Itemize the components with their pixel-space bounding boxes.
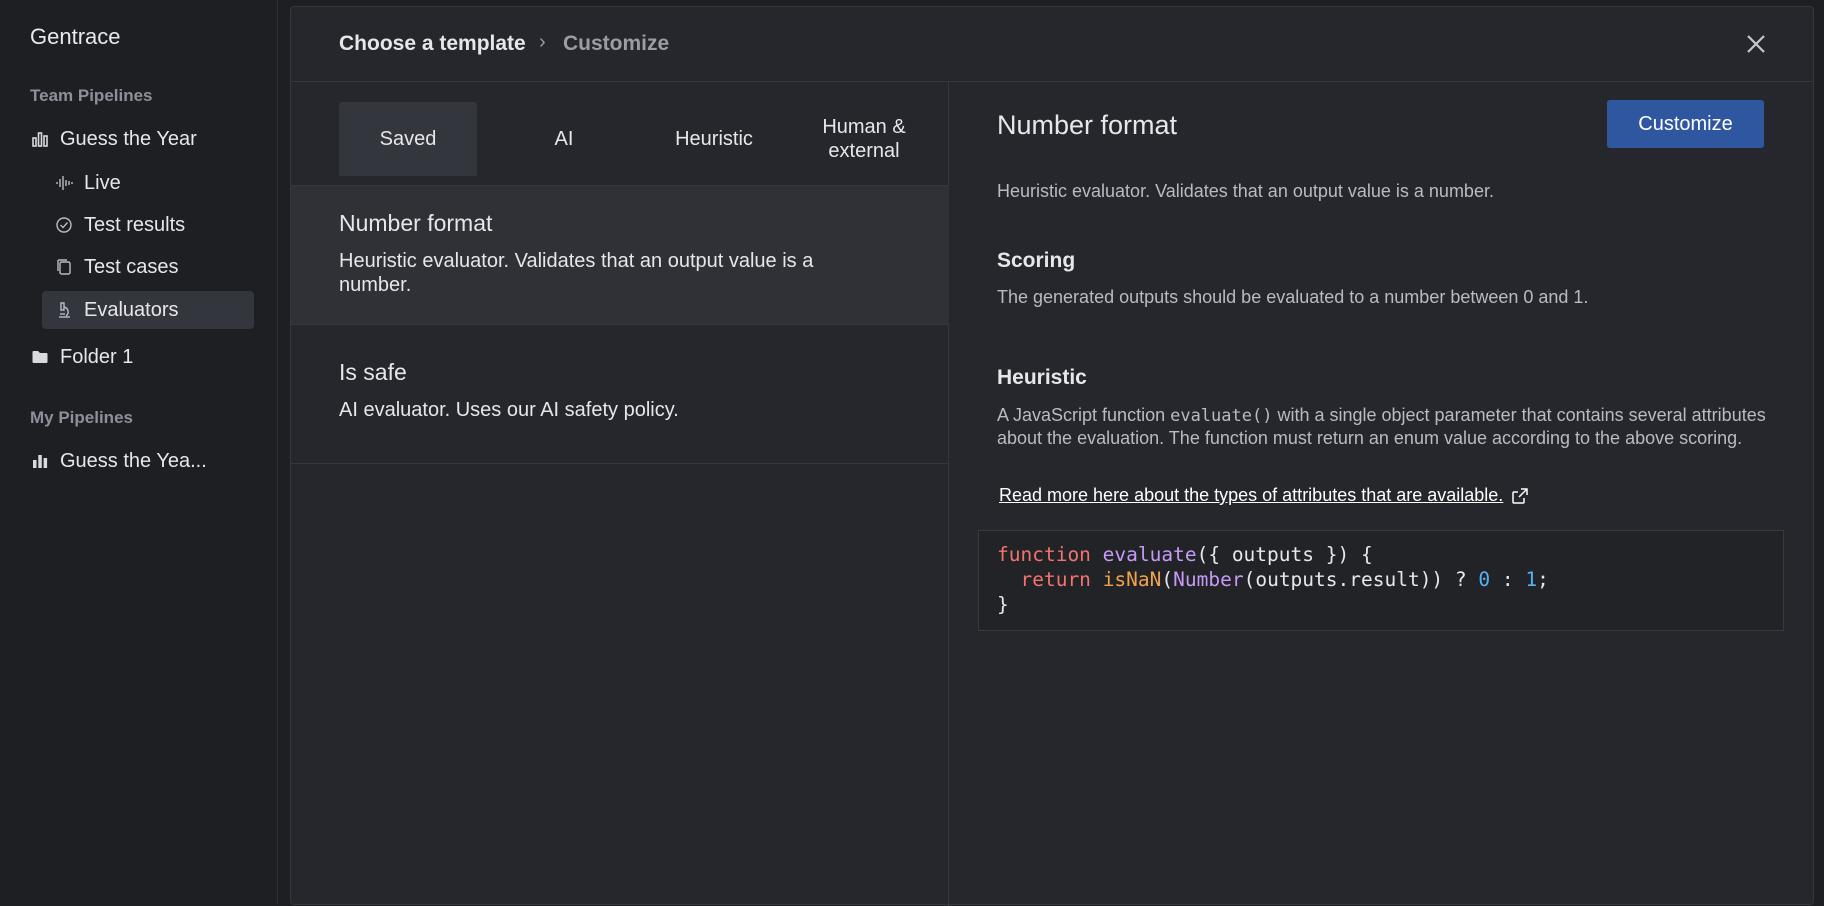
modal-header: Choose a template › Customize (291, 7, 1813, 82)
list-item[interactable]: Is safe AI evaluator. Uses our AI safety… (291, 325, 949, 464)
detail-title: Number format (997, 110, 1178, 140)
heuristic-heading: Heuristic (997, 366, 1087, 389)
team-pipelines-heading: Team Pipelines (30, 86, 153, 105)
customize-button[interactable]: Customize (1607, 100, 1764, 148)
list-item[interactable]: Number format Heuristic evaluator. Valid… (291, 186, 949, 325)
breadcrumb-choose-template[interactable]: Choose a template (339, 32, 526, 56)
brand-name[interactable]: Gentrace (30, 24, 121, 50)
sidebar-item-label: Test cases (84, 255, 179, 278)
tab-human-external[interactable]: Human & external (789, 102, 939, 176)
chevron-right-icon: › (539, 31, 546, 53)
sidebar-item-label: Test results (84, 213, 186, 236)
code-number: 0 (1478, 568, 1491, 591)
breadcrumb-customize: Customize (563, 32, 670, 55)
sidebar-item-label: Guess the Yea... (60, 449, 207, 472)
bar-chart-icon (30, 451, 50, 471)
sidebar-item-label: Folder 1 (60, 345, 134, 368)
heuristic-text-before: A JavaScript function (997, 405, 1171, 425)
link-text: Read more here about the types of attrib… (999, 485, 1504, 505)
waveform-icon (54, 173, 74, 193)
code-text: ( (1161, 568, 1174, 591)
template-title: Is safe (339, 359, 407, 385)
copy-icon (54, 257, 74, 277)
heuristic-inline-code: evaluate() (1170, 406, 1273, 426)
code-function: evaluate (1102, 543, 1197, 566)
check-circle-icon (54, 215, 74, 235)
tab-ai[interactable]: AI (489, 102, 639, 176)
template-detail-pane: Number format Customize Heuristic evalua… (949, 82, 1815, 906)
template-list-pane: Saved AI Heuristic Human & external Numb… (291, 82, 949, 906)
code-text: ; (1537, 568, 1549, 591)
code-block[interactable]: function evaluate({ outputs }) { return … (978, 530, 1784, 631)
template-modal: Choose a template › Customize Saved AI H… (290, 6, 1815, 906)
code-text: : (1490, 568, 1526, 591)
sidebar-item-evaluators[interactable]: Evaluators (42, 291, 254, 329)
template-title: Number format (339, 210, 493, 236)
heuristic-text: A JavaScript function evaluate() with a … (997, 404, 1777, 449)
scoring-text: The generated outputs should be evaluate… (997, 287, 1589, 307)
microscope-icon (54, 300, 74, 320)
template-description: Heuristic evaluator. Validates that an o… (339, 250, 814, 296)
external-link-icon (1512, 487, 1529, 504)
code-keyword: function (997, 543, 1091, 566)
sidebar-item-my-guess-the-year[interactable]: Guess the Yea... (30, 442, 207, 480)
scoring-heading: Scoring (997, 249, 1076, 272)
sidebar: Gentrace Team Pipelines Guess the Year L… (0, 0, 278, 905)
detail-subtitle: Heuristic evaluator. Validates that an o… (997, 181, 1494, 201)
code-text: ({ outputs }) { (1196, 543, 1373, 566)
close-icon[interactable] (1741, 29, 1771, 59)
code-function: isNaN (1102, 568, 1162, 591)
template-description: AI evaluator. Uses our AI safety policy. (339, 399, 679, 421)
sidebar-item-folder-1[interactable]: Folder 1 (30, 338, 133, 376)
code-text: } (997, 593, 1009, 616)
bar-chart-icon (30, 129, 50, 149)
template-tabs: Saved AI Heuristic Human & external (339, 102, 939, 176)
sidebar-item-test-cases[interactable]: Test cases (54, 248, 178, 286)
code-keyword: return (1020, 568, 1091, 591)
tab-heuristic[interactable]: Heuristic (639, 102, 789, 176)
template-list: Number format Heuristic evaluator. Valid… (291, 185, 949, 464)
my-pipelines-heading: My Pipelines (30, 408, 133, 427)
folder-icon (30, 347, 50, 367)
tab-saved[interactable]: Saved (339, 102, 477, 176)
code-function: Number (1173, 568, 1244, 591)
sidebar-item-label: Evaluators (84, 298, 179, 321)
sidebar-item-live[interactable]: Live (54, 164, 121, 202)
code-text: (outputs.result)) ? (1243, 568, 1479, 591)
sidebar-item-label: Guess the Year (60, 127, 197, 150)
attributes-docs-link[interactable]: Read more here about the types of attrib… (999, 485, 1529, 506)
sidebar-item-label: Live (84, 171, 121, 194)
sidebar-item-guess-the-year[interactable]: Guess the Year (30, 120, 197, 158)
code-number: 1 (1525, 568, 1538, 591)
sidebar-item-test-results[interactable]: Test results (54, 206, 185, 244)
